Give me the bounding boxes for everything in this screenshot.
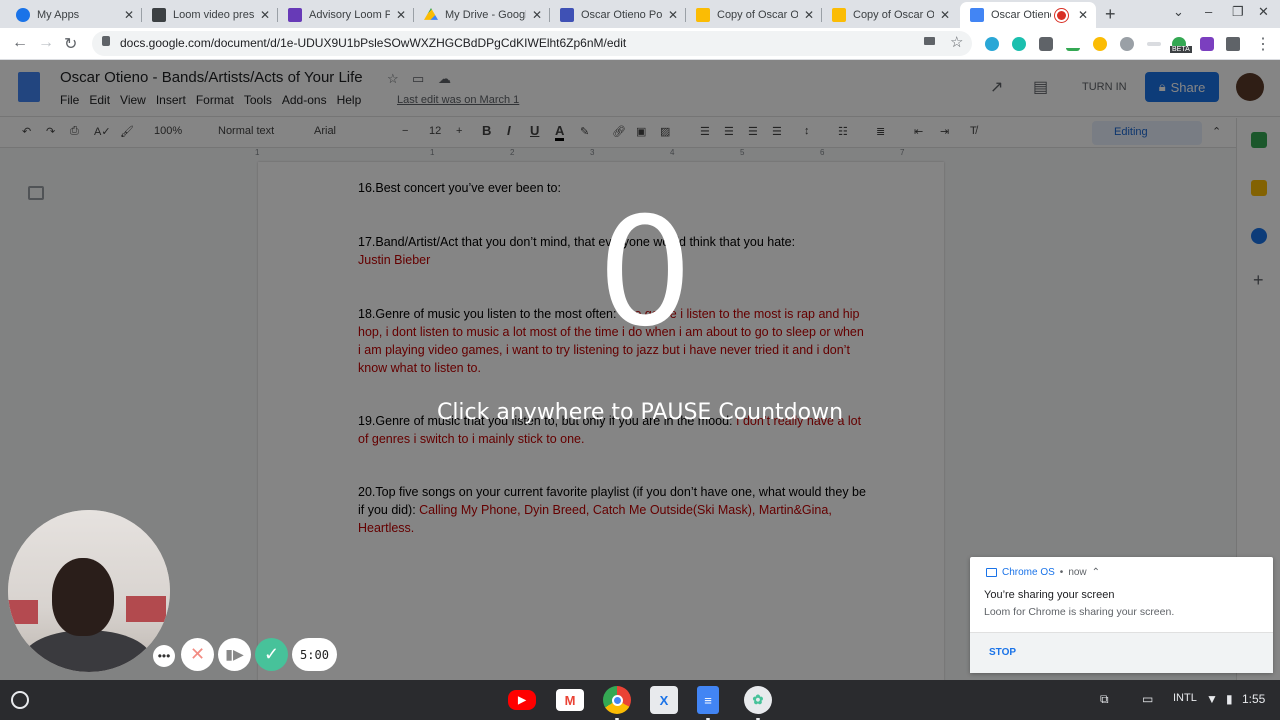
extensions-puzzle-icon[interactable] (1226, 37, 1240, 51)
account-box-favicon-icon (152, 8, 166, 22)
chrome-app-icon[interactable] (603, 686, 631, 720)
chrome-menu-icon[interactable]: ⋮ (1255, 34, 1271, 54)
drive-favicon-icon (424, 8, 438, 20)
notification-source-label: Chrome OS (1002, 567, 1055, 578)
webcam-bubble[interactable] (8, 510, 170, 672)
webcam-background-object (126, 596, 166, 622)
forward-icon[interactable]: → (38, 34, 54, 52)
new-tab-plus-icon[interactable]: + (1105, 4, 1116, 25)
tab-copy-2[interactable]: Copy of Oscar Oti ✕ (822, 2, 958, 28)
camera-in-use-icon[interactable] (924, 37, 935, 45)
youtube-app-icon[interactable]: ▶ (508, 690, 536, 710)
docs-app-icon[interactable]: ≡ (697, 686, 719, 720)
minimize-icon[interactable]: – (1205, 4, 1212, 19)
wifi-icon[interactable]: ▼ (1206, 692, 1218, 706)
battery-icon[interactable]: ▮ (1226, 692, 1233, 706)
docs-favicon-icon (970, 8, 984, 22)
window-close-icon[interactable]: ✕ (1258, 4, 1269, 20)
extension-icon[interactable] (1147, 42, 1161, 46)
extension-icon[interactable] (1093, 37, 1107, 51)
tab-title: My Apps (37, 9, 80, 21)
more-options-button[interactable]: ••• (153, 645, 175, 667)
notification-body: Loom for Chrome is sharing your screen. (984, 606, 1175, 618)
pause-countdown-message[interactable]: Click anywhere to PAUSE Countdown (340, 400, 940, 425)
finish-recording-button[interactable]: ✓ (255, 638, 288, 671)
pause-recording-button[interactable]: ▮▶ (218, 638, 251, 671)
tab-title: Copy of Oscar Oti (853, 9, 934, 21)
screen-share-icon (986, 568, 997, 577)
tab-advisory-loom[interactable]: Advisory Loom P ✕ (278, 2, 414, 28)
sites-favicon-icon (560, 8, 574, 22)
bookmark-star-icon[interactable]: ☆ (950, 33, 963, 51)
back-icon[interactable]: ← (12, 34, 28, 52)
notification-source: Chrome OS • now ⌃ (986, 567, 1100, 578)
tab-close-icon[interactable]: ✕ (666, 8, 680, 22)
tab-close-icon[interactable]: ✕ (394, 8, 408, 22)
keyboard-layout[interactable]: INTL (1173, 692, 1197, 704)
slides-favicon-icon (696, 8, 710, 22)
countdown-number: 0 (597, 186, 693, 360)
notification-time: now (1068, 567, 1087, 578)
beta-badge: BETA (1170, 46, 1192, 53)
browser-toolbar: ← → ↻ docs.google.com/document/d/1e-UDUX… (0, 28, 1280, 60)
screen-share-tray-icon[interactable]: ⧉ (1100, 692, 1109, 707)
tab-close-icon[interactable]: ✕ (122, 8, 136, 22)
lock-icon (102, 36, 110, 46)
tab-title: Loom video prese (173, 9, 254, 21)
address-bar[interactable]: docs.google.com/document/d/1e-UDUX9U1bPs… (92, 31, 972, 56)
tab-title: Oscar Otieno (991, 9, 1051, 21)
tab-strip: My Apps ✕ Loom video prese ✕ Advisory Lo… (0, 0, 1280, 28)
tab-title: My Drive - Google (445, 9, 526, 21)
tab-close-icon[interactable]: ✕ (1076, 8, 1090, 22)
stop-sharing-button[interactable]: STOP (989, 647, 1016, 658)
my-apps-favicon-icon (16, 8, 30, 22)
tab-title: Copy of Oscar Oti (717, 9, 798, 21)
tab-oscar-otieno[interactable]: Oscar Otieno ✕ (960, 2, 1096, 28)
tab-title: Advisory Loom P (309, 9, 390, 21)
forms-favicon-icon (288, 8, 302, 22)
tab-close-icon[interactable]: ✕ (530, 8, 544, 22)
delete-recording-button[interactable]: ✕ (181, 638, 214, 671)
recording-indicator-icon (1057, 10, 1066, 20)
loom-app-icon[interactable]: ✿ (744, 686, 772, 720)
extension-icon[interactable] (1200, 37, 1214, 51)
reload-icon[interactable]: ↻ (64, 34, 77, 54)
tab-copy-1[interactable]: Copy of Oscar Oti ✕ (686, 2, 822, 28)
tab-portfolio[interactable]: Oscar Otieno Port ✕ (550, 2, 686, 28)
extension-icon[interactable] (1012, 37, 1026, 51)
recording-timer: 5:00 (292, 638, 337, 671)
extension-icon[interactable] (1066, 37, 1080, 51)
expand-chevron-icon[interactable]: ⌃ (1092, 567, 1100, 578)
stylus-tray-icon[interactable]: ▭ (1142, 692, 1153, 706)
tab-my-drive[interactable]: My Drive - Google ✕ (414, 2, 550, 28)
clock[interactable]: 1:55 (1242, 692, 1265, 706)
tab-my-apps[interactable]: My Apps ✕ (6, 2, 142, 28)
extension-r-icon[interactable] (1039, 37, 1053, 51)
url-text[interactable]: docs.google.com/document/d/1e-UDUX9U1bPs… (120, 36, 626, 50)
chromeos-shelf: ▶ M X ≡ ✿ ⧉ ▭ INTL ▼ ▮ 1:55 (0, 680, 1280, 720)
extension-icon[interactable] (1120, 37, 1134, 51)
webcam-background-object (8, 600, 38, 624)
slides-favicon-icon (832, 8, 846, 22)
screen-share-notification: Chrome OS • now ⌃ You’re sharing your sc… (970, 557, 1273, 673)
tab-loom-video[interactable]: Loom video prese ✕ (142, 2, 278, 28)
launcher-icon[interactable] (11, 691, 29, 709)
webcam-person-head (52, 558, 114, 636)
maximize-icon[interactable]: ❐ (1232, 4, 1244, 20)
xodo-app-icon[interactable]: X (650, 686, 678, 714)
gmail-app-icon[interactable]: M (556, 689, 584, 711)
tab-close-icon[interactable]: ✕ (802, 8, 816, 22)
tab-close-icon[interactable]: ✕ (938, 8, 952, 22)
tab-title: Oscar Otieno Port (581, 9, 662, 21)
tab-close-icon[interactable]: ✕ (258, 8, 272, 22)
tab-search-icon[interactable]: ⌄ (1173, 4, 1184, 20)
extension-icon[interactable] (985, 37, 999, 51)
notification-heading: You’re sharing your screen (984, 589, 1115, 601)
